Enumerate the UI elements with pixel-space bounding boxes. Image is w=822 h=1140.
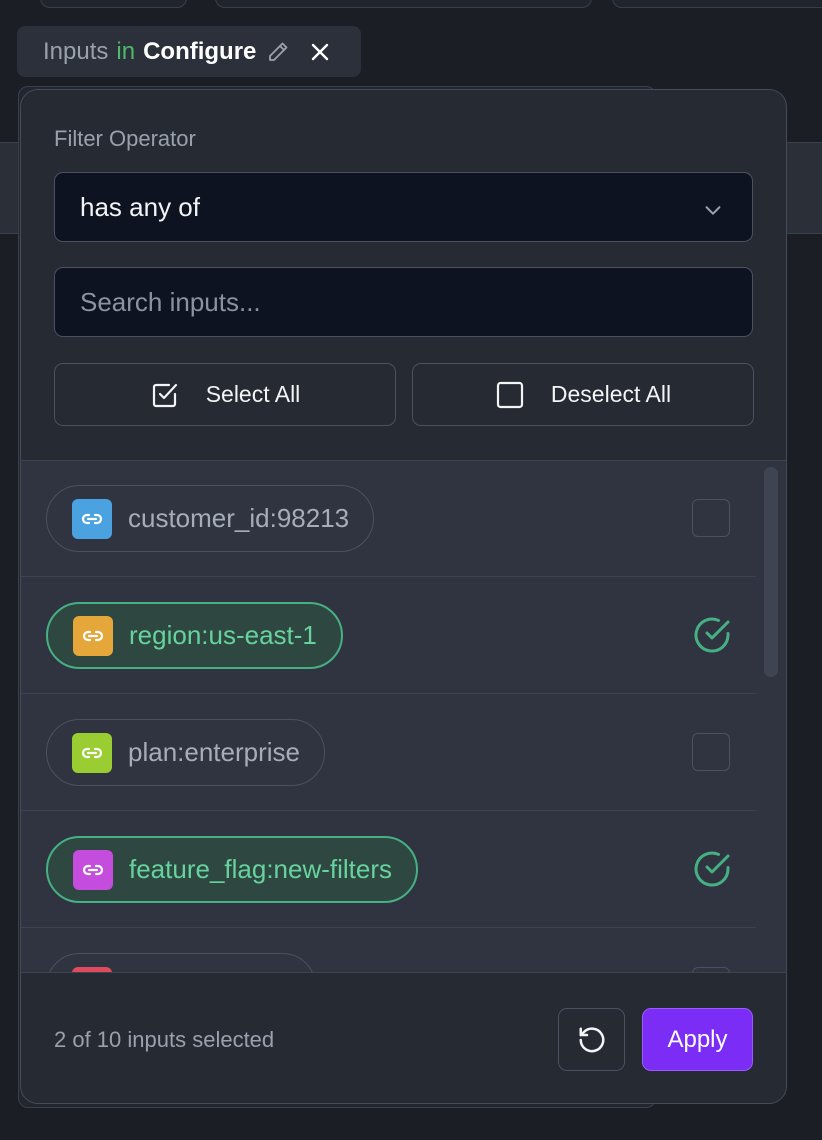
input-tag[interactable]: plan:enterprise — [46, 719, 325, 786]
inputs-list: customer_id:98213 region:us-east-1 plan:… — [21, 460, 756, 972]
deselect-all-button[interactable]: Deselect All — [412, 363, 754, 426]
input-tag[interactable]: region:us-east-1 — [46, 602, 343, 669]
chip-connector: in — [116, 37, 136, 65]
check-circle-icon[interactable] — [692, 849, 732, 894]
filter-chip[interactable]: Inputs in Configure — [17, 26, 361, 77]
list-scrollbar[interactable] — [764, 467, 778, 677]
filter-controls: Filter Operator has any of Select All — [21, 90, 786, 461]
link-icon — [72, 498, 112, 539]
item-checkbox[interactable] — [692, 733, 730, 771]
input-label: customer_id:98213 — [128, 503, 350, 533]
filter-operator-select[interactable]: has any of — [54, 172, 753, 242]
select-all-button[interactable]: Select All — [54, 363, 396, 426]
input-tag[interactable] — [46, 953, 316, 972]
reset-button[interactable] — [558, 1008, 625, 1071]
list-item[interactable] — [21, 928, 756, 972]
input-tag[interactable]: customer_id:98213 — [46, 485, 375, 552]
input-label: feature_flag:new-filters — [129, 854, 393, 884]
chevron-down-icon — [702, 197, 724, 228]
checkbox-empty-icon — [495, 380, 525, 410]
reset-icon — [577, 1025, 607, 1055]
input-label: region:us-east-1 — [129, 620, 317, 650]
check-circle-icon[interactable] — [692, 615, 732, 660]
item-checkbox[interactable] — [692, 499, 730, 537]
background-tab — [612, 0, 822, 8]
link-icon — [73, 615, 113, 656]
list-item[interactable]: feature_flag:new-filters — [21, 811, 756, 928]
filter-operator-label: Filter Operator — [54, 126, 196, 151]
list-item[interactable]: plan:enterprise — [21, 694, 756, 811]
chip-context: Configure — [143, 37, 257, 65]
close-icon[interactable] — [308, 40, 332, 64]
list-item[interactable]: region:us-east-1 — [21, 577, 756, 694]
search-input[interactable] — [54, 267, 753, 337]
input-tag[interactable]: feature_flag:new-filters — [46, 836, 419, 903]
filter-operator-value: has any of — [80, 191, 200, 222]
link-icon — [73, 849, 113, 890]
pencil-icon[interactable] — [266, 40, 290, 64]
chip-prefix: Inputs — [43, 37, 109, 65]
selection-count: 2 of 10 inputs selected — [54, 1027, 275, 1052]
select-all-label: Select All — [205, 381, 301, 407]
deselect-all-label: Deselect All — [550, 381, 672, 407]
background-tab — [40, 0, 187, 8]
list-item[interactable]: customer_id:98213 — [21, 460, 756, 577]
apply-button[interactable]: Apply — [642, 1008, 753, 1071]
checkbox-checked-icon — [150, 380, 180, 410]
popover-footer: 2 of 10 inputs selected Apply — [21, 972, 786, 1103]
background-tab — [215, 0, 592, 8]
input-label: plan:enterprise — [128, 737, 300, 767]
link-icon — [72, 732, 112, 773]
filter-popover: Filter Operator has any of Select All — [20, 89, 787, 1104]
